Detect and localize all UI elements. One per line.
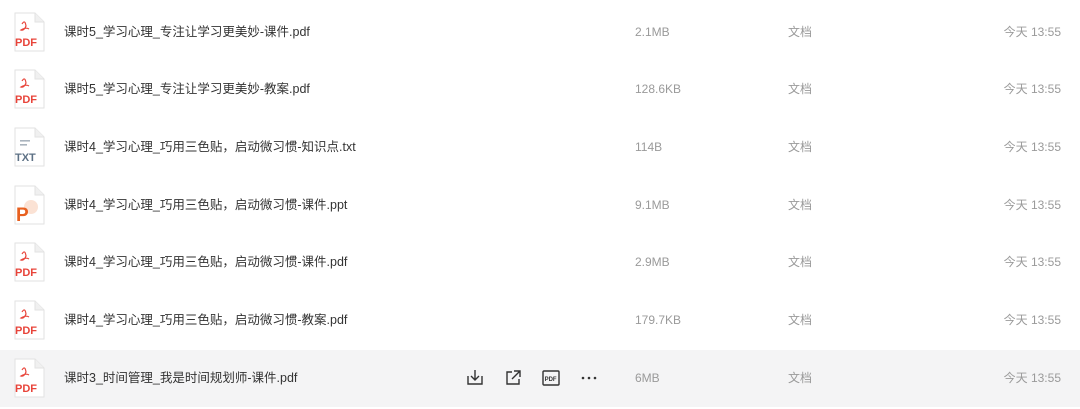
pdf-icon: PDF — [13, 300, 45, 340]
file-time: 今天 13:55 — [1003, 313, 1061, 327]
ppt-icon: P — [13, 185, 45, 226]
svg-text:PDF: PDF — [15, 325, 37, 337]
file-name[interactable]: 课时5_学习心理_专注让学习更美妙-教案.pdf — [64, 61, 310, 118]
file-size: 2.1MB — [635, 25, 670, 39]
file-type: 文档 — [788, 198, 813, 212]
svg-text:PDF: PDF — [15, 94, 37, 106]
file-size: 2.9MB — [635, 255, 670, 269]
file-time: 今天 13:55 — [1003, 140, 1061, 154]
file-type: 文档 — [788, 140, 813, 154]
pdf-convert-icon[interactable]: PDF — [540, 367, 562, 389]
file-name[interactable]: 课时5_学习心理_专注让学习更美妙-课件.pdf — [64, 4, 310, 61]
file-row[interactable]: PDF 课时5_学习心理_专注让学习更美妙-课件.pdf 2.1MB 文档 今天… — [0, 4, 1080, 61]
file-name[interactable]: 课时4_学习心理_巧用三色贴，启动微习惯-课件.ppt — [64, 177, 347, 234]
file-row[interactable]: PDF 课时4_学习心理_巧用三色贴，启动微习惯-教案.pdf 179.7KB … — [0, 292, 1080, 349]
file-time: 今天 13:55 — [1003, 255, 1061, 269]
file-type: 文档 — [788, 25, 813, 39]
file-row[interactable]: P 课时4_学习心理_巧用三色贴，启动微习惯-课件.ppt 9.1MB 文档 今… — [0, 177, 1080, 234]
txt-icon: TXT — [13, 127, 45, 167]
file-row[interactable]: PDF 课时4_学习心理_巧用三色贴，启动微习惯-课件.pdf 2.9MB 文档… — [0, 234, 1080, 291]
file-size: 128.6KB — [635, 82, 682, 96]
svg-text:PDF: PDF — [15, 267, 37, 279]
file-row[interactable]: PDF 课时5_学习心理_专注让学习更美妙-教案.pdf 128.6KB 文档 … — [0, 61, 1080, 118]
file-size: 114B — [635, 140, 663, 154]
more-icon[interactable] — [578, 367, 600, 389]
file-name[interactable]: 课时4_学习心理_巧用三色贴，启动微习惯-课件.pdf — [64, 234, 347, 291]
file-size: 179.7KB — [635, 313, 682, 327]
file-name[interactable]: 课时3_时间管理_我是时间规划师-课件.pdf — [64, 350, 297, 407]
file-row-hovered[interactable]: PDF 课时3_时间管理_我是时间规划师-课件.pdf PDF 6MB 文档 今… — [0, 350, 1080, 407]
file-type: 文档 — [788, 313, 813, 327]
file-name[interactable]: 课时4_学习心理_巧用三色贴，启动微习惯-教案.pdf — [64, 292, 347, 349]
file-time: 今天 13:55 — [1003, 371, 1061, 385]
pdf-icon: PDF — [13, 242, 45, 282]
file-type: 文档 — [788, 255, 813, 269]
file-time: 今天 13:55 — [1003, 82, 1061, 96]
file-size: 9.1MB — [635, 198, 670, 212]
download-icon[interactable] — [464, 367, 486, 389]
pdf-icon: PDF — [13, 358, 45, 398]
svg-text:PDF: PDF — [15, 37, 37, 49]
file-time: 今天 13:55 — [1003, 198, 1061, 212]
file-type: 文档 — [788, 82, 813, 96]
file-type: 文档 — [788, 371, 813, 385]
file-time: 今天 13:55 — [1003, 25, 1061, 39]
file-name[interactable]: 课时4_学习心理_巧用三色贴，启动微习惯-知识点.txt — [64, 119, 356, 176]
share-icon[interactable] — [502, 367, 524, 389]
svg-text:PDF: PDF — [15, 383, 37, 395]
file-row[interactable]: TXT 课时4_学习心理_巧用三色贴，启动微习惯-知识点.txt 114B 文档… — [0, 119, 1080, 176]
pdf-icon: PDF — [13, 69, 45, 109]
file-size: 6MB — [635, 371, 660, 385]
svg-text:PDF: PDF — [545, 377, 557, 383]
svg-text:P: P — [16, 205, 29, 225]
pdf-icon: PDF — [13, 12, 45, 52]
svg-text:TXT: TXT — [15, 152, 36, 164]
file-list: PDF 课时5_学习心理_专注让学习更美妙-课件.pdf 2.1MB 文档 今天… — [0, 0, 1080, 409]
